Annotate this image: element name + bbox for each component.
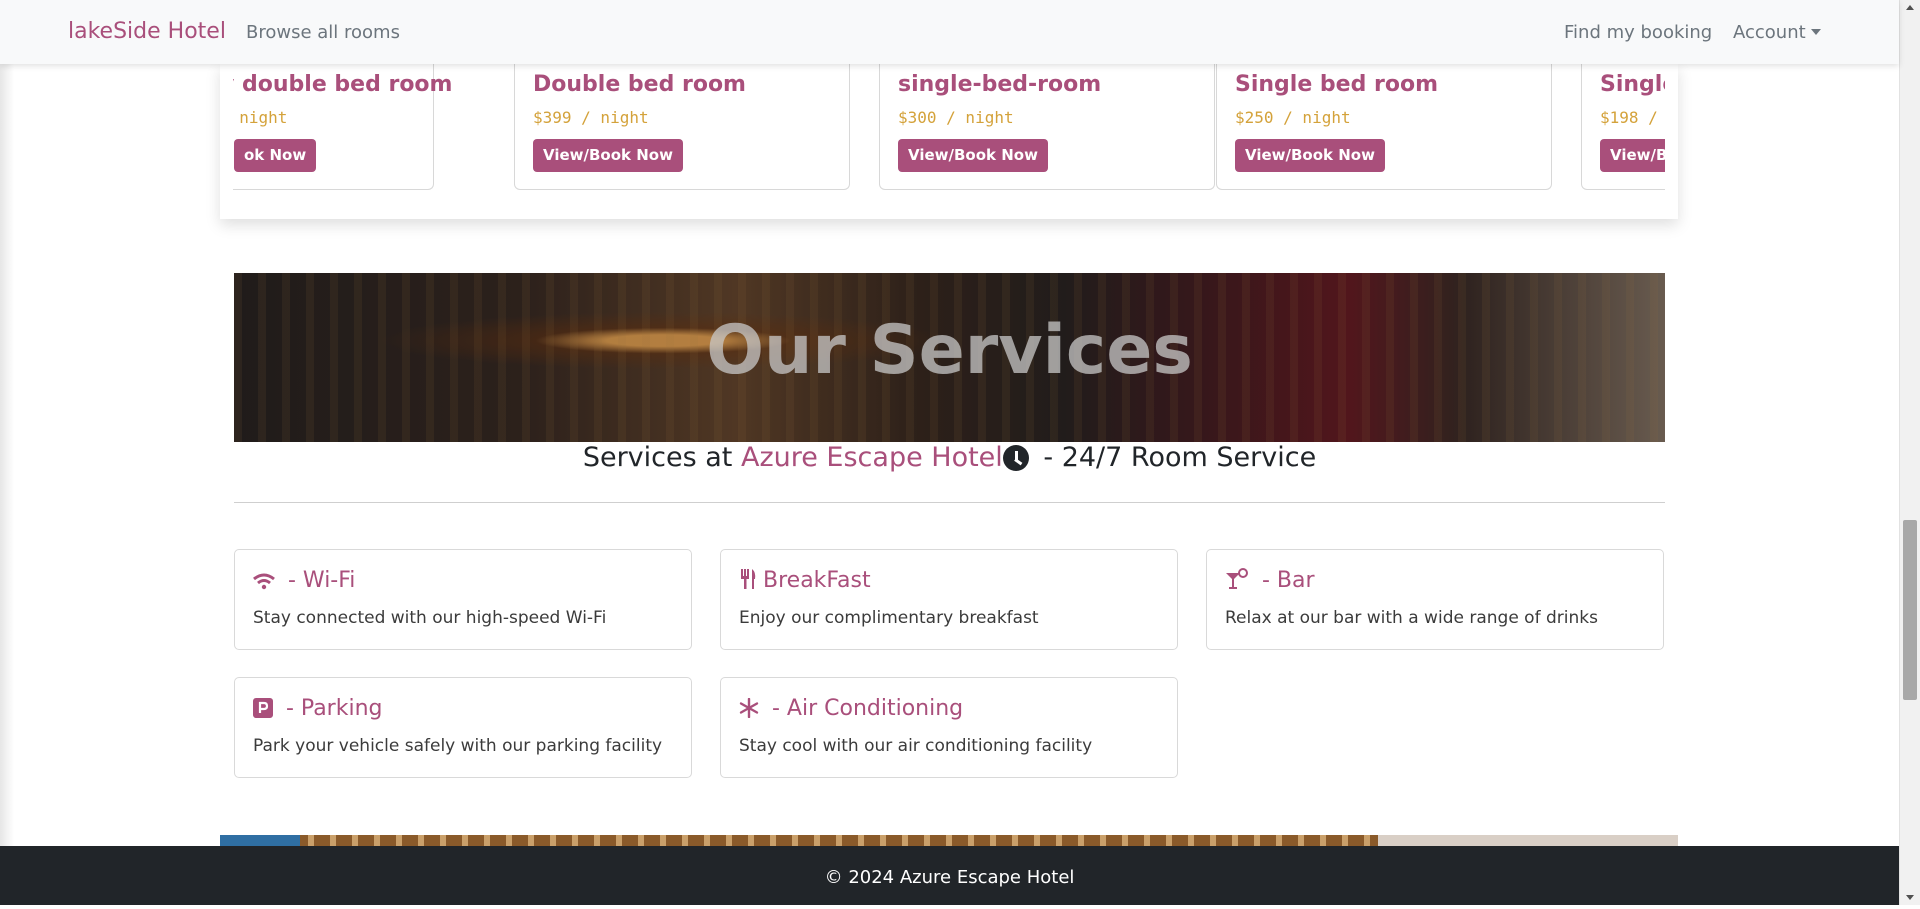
- snowflake-icon: [739, 698, 759, 718]
- scroll-up-icon[interactable]: [1906, 5, 1914, 10]
- nav-account-dropdown[interactable]: Account: [1733, 22, 1821, 43]
- subtitle-prefix: Services at: [582, 442, 741, 473]
- service-title: BreakFast: [739, 568, 871, 593]
- room-card: Double bed room $399 / night View/Book N…: [514, 56, 850, 190]
- view-book-button[interactable]: View/Book Now: [1235, 139, 1385, 172]
- room-name: single-bed-room: [898, 72, 1102, 97]
- service-title: - Air Conditioning: [739, 696, 963, 721]
- service-card-parking: - Parking Park your vehicle safely with …: [234, 677, 692, 778]
- room-price: $250 / night: [1235, 108, 1351, 127]
- nav-browse-rooms[interactable]: Browse all rooms: [246, 22, 400, 43]
- service-title-text: - Bar: [1255, 568, 1315, 593]
- cocktail-icon: [1226, 568, 1248, 589]
- section-divider: [234, 502, 1665, 503]
- footer: © 2024 Azure Escape Hotel: [0, 846, 1899, 905]
- room-name: Double bed room: [533, 72, 746, 97]
- parking-icon: [253, 698, 273, 718]
- service-card-wifi: - Wi-Fi Stay connected with our high-spe…: [234, 549, 692, 650]
- footer-copyright: © 2024 Azure Escape Hotel: [824, 867, 1075, 888]
- scrollbar-thumb[interactable]: [1903, 520, 1917, 700]
- hotel-name: Azure Escape Hotel: [740, 442, 1003, 473]
- view-book-button[interactable]: View/Bo: [1600, 139, 1665, 172]
- room-price: $399 / night: [533, 108, 649, 127]
- service-title: - Bar: [1225, 568, 1315, 593]
- room-price: $198 /: [1600, 108, 1658, 127]
- clock-icon: [1002, 445, 1029, 471]
- services-banner-title: Our Services: [706, 311, 1193, 390]
- service-card-breakfast: BreakFast Enjoy our complimentary breakf…: [720, 549, 1178, 650]
- service-title: - Wi-Fi: [253, 568, 355, 593]
- room-price: $ night: [233, 108, 288, 127]
- service-card-air-conditioning: - Air Conditioning Stay cool with our ai…: [720, 677, 1178, 778]
- page-scrollbar[interactable]: [1899, 0, 1920, 905]
- room-name: Single: [1600, 72, 1665, 97]
- caret-down-icon: [1810, 29, 1821, 35]
- room-name: y double bed room: [233, 72, 453, 97]
- account-label: Account: [1733, 22, 1806, 43]
- wifi-icon: [253, 573, 275, 590]
- service-description: Enjoy our complimentary breakfast: [739, 608, 1039, 628]
- service-title-text: - Parking: [279, 696, 383, 721]
- services-banner: Our Services: [234, 273, 1665, 442]
- service-card-bar: - Bar Relax at our bar with a wide range…: [1206, 549, 1664, 650]
- service-title-text: - Air Conditioning: [765, 696, 964, 721]
- service-description: Stay cool with our air conditioning faci…: [739, 736, 1093, 756]
- rooms-carousel-track: y double bed room $ night ok Now Double …: [233, 56, 1665, 196]
- room-card: single-bed-room $300 / night View/Book N…: [879, 56, 1215, 190]
- service-description: Park your vehicle safely with our parkin…: [253, 736, 663, 756]
- navbar: lakeSide Hotel Browse all rooms Find my …: [0, 0, 1899, 64]
- scroll-down-icon[interactable]: [1906, 895, 1914, 900]
- brand-link[interactable]: lakeSide Hotel: [68, 19, 226, 44]
- service-description: Relax at our bar with a wide range of dr…: [1225, 608, 1598, 628]
- room-name: Single bed room: [1235, 72, 1438, 97]
- subtitle-suffix: - 24/7 Room Service: [1034, 442, 1317, 473]
- view-book-button[interactable]: ok Now: [234, 139, 317, 172]
- room-price: $300 / night: [898, 108, 1014, 127]
- nav-find-booking[interactable]: Find my booking: [1564, 22, 1712, 43]
- view-book-button[interactable]: View/Book Now: [533, 139, 683, 172]
- room-card: Single $198 / View/Bo: [1581, 56, 1665, 190]
- services-subtitle: Services at Azure Escape Hotel - 24/7 Ro…: [0, 442, 1899, 473]
- service-title-text: - Wi-Fi: [281, 568, 356, 593]
- view-book-button[interactable]: View/Book Now: [898, 139, 1048, 172]
- utensils-icon: [741, 569, 756, 589]
- room-card: Single bed room $250 / night View/Book N…: [1216, 56, 1552, 190]
- room-card: y double bed room $ night ok Now: [233, 56, 452, 190]
- service-title-text: BreakFast: [763, 568, 871, 593]
- service-title: - Parking: [253, 696, 383, 721]
- service-description: Stay connected with our high-speed Wi-Fi: [253, 608, 607, 628]
